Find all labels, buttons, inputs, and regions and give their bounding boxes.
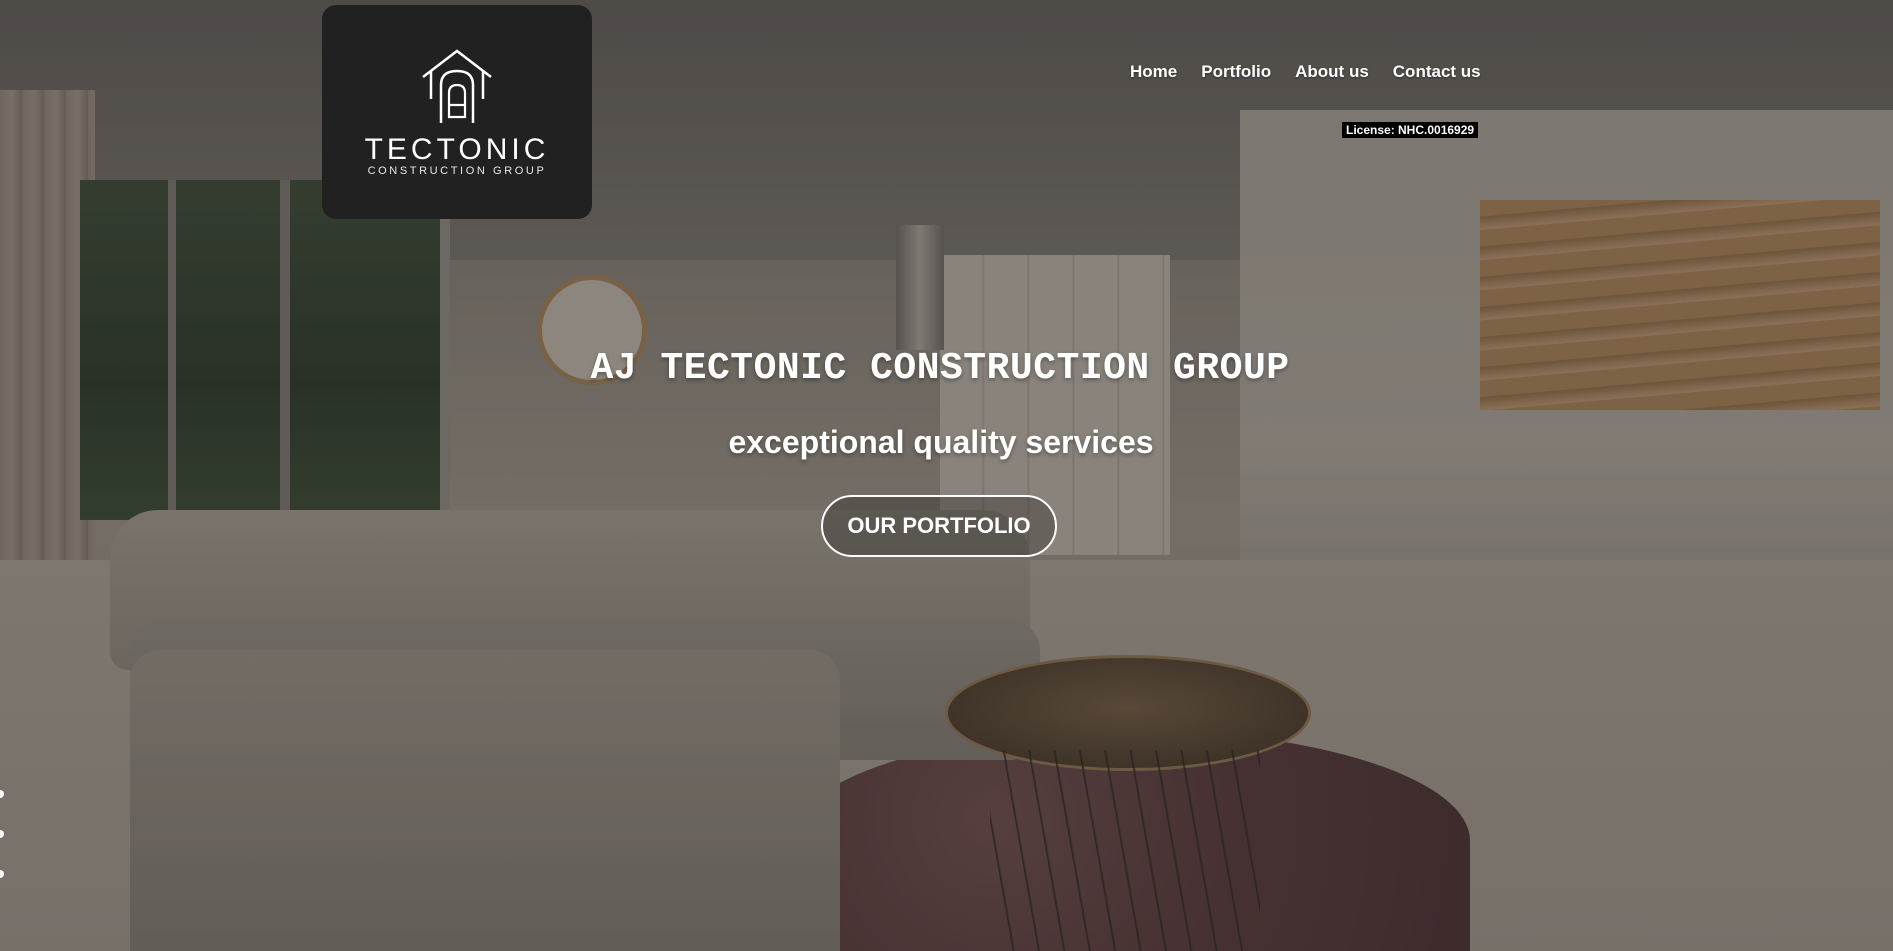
slider-indicator[interactable] <box>0 790 4 880</box>
slider-dot[interactable] <box>0 870 4 878</box>
slider-dot[interactable] <box>0 790 4 798</box>
license-badge: License: NHC.0016929 <box>1342 122 1479 138</box>
nav-contact-us[interactable]: Contact us <box>1393 62 1481 82</box>
logo-subtitle: CONSTRUCTION GROUP <box>367 165 547 177</box>
hero-title: AJ TECTONIC CONSTRUCTION GROUP <box>590 347 1290 390</box>
nav-portfolio[interactable]: Portfolio <box>1201 62 1271 82</box>
logo-name: TECTONIC <box>364 133 550 166</box>
nav-about-us[interactable]: About us <box>1295 62 1369 82</box>
hero-subtitle: exceptional quality services <box>728 424 1154 460</box>
site-logo[interactable]: TECTONIC CONSTRUCTION GROUP <box>322 5 592 219</box>
slider-dot[interactable] <box>0 830 4 838</box>
main-nav: Home Portfolio About us Contact us <box>1130 62 1481 82</box>
house-logo-icon <box>422 49 492 123</box>
image-overlay <box>0 0 1893 951</box>
nav-home[interactable]: Home <box>1130 62 1177 82</box>
our-portfolio-button[interactable]: OUR PORTFOLIO <box>821 495 1057 557</box>
hero-background-image <box>0 0 1893 951</box>
